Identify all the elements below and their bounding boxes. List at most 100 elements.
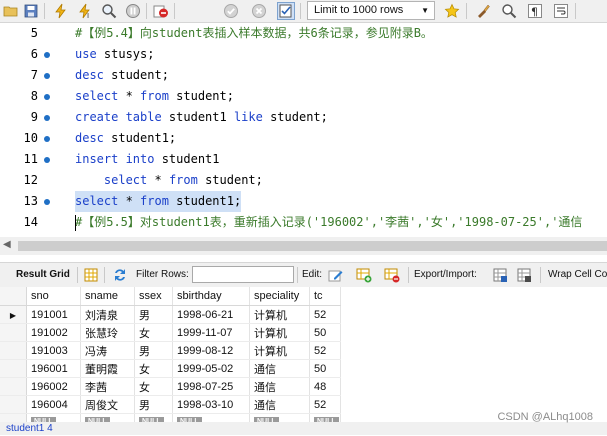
add-row-icon[interactable] xyxy=(356,267,372,283)
cell-sbirthday[interactable]: 1998-06-21 xyxy=(172,305,250,324)
cell-sname[interactable]: 董明霞 xyxy=(80,359,135,378)
cell-speciality[interactable]: 通信 xyxy=(249,395,310,414)
grid-view-icon[interactable] xyxy=(83,267,99,283)
cell-tc[interactable]: 50 xyxy=(309,359,341,378)
editor-line[interactable]: 5 #【例5.4】向student表插入样本数据，共6条记录，参见附录B。 xyxy=(0,23,607,44)
invisible-chars-pilcrow-icon[interactable]: ¶ xyxy=(526,2,544,20)
import-icon[interactable] xyxy=(516,267,532,283)
cell-ssex[interactable]: 男 xyxy=(134,305,173,324)
code-text[interactable]: select * from student1; xyxy=(75,191,242,212)
cell-sno[interactable]: 191001 xyxy=(26,305,81,324)
cell-speciality[interactable]: 计算机 xyxy=(249,341,310,360)
export-icon[interactable] xyxy=(492,267,508,283)
editor-line[interactable]: 10 desc student1; xyxy=(0,128,607,149)
filter-rows-input[interactable] xyxy=(192,266,294,283)
editor-line[interactable]: 7 desc student; xyxy=(0,65,607,86)
editor-line[interactable]: 8 select * from student; xyxy=(0,86,607,107)
cell-sbirthday[interactable]: 1999-05-02 xyxy=(172,359,250,378)
stop-on-error-icon[interactable] xyxy=(152,2,170,20)
code-text[interactable]: use stusys; xyxy=(75,44,154,65)
editor-line[interactable]: 12 select * from student; xyxy=(0,170,607,191)
cell-sbirthday[interactable]: 1999-08-12 xyxy=(172,341,250,360)
scrollbar-thumb[interactable] xyxy=(18,241,607,251)
cell-sname[interactable]: 张慧玲 xyxy=(80,323,135,342)
column-header-tc[interactable]: tc xyxy=(309,287,341,306)
cell-sname[interactable]: 周俊文 xyxy=(80,395,135,414)
code-text[interactable]: create table student1 like student; xyxy=(75,107,328,128)
cell-sname[interactable]: 刘清泉 xyxy=(80,305,135,324)
delete-row-icon[interactable] xyxy=(384,267,400,283)
row-header[interactable] xyxy=(0,323,27,342)
code-text[interactable]: select * from student; xyxy=(75,170,263,191)
table-row[interactable]: 196002 李茜女 1998-07-25 通信 48 xyxy=(0,377,341,396)
execute-current-icon[interactable]: I xyxy=(76,2,94,20)
autocommit-toggle-icon[interactable] xyxy=(277,2,295,20)
editor-line[interactable]: 11 insert into student1 xyxy=(0,149,607,170)
editor-line[interactable]: 14 #【例5.5】对student1表，重新插入记录('196002','李茜'… xyxy=(0,212,607,233)
limit-rows-select[interactable]: Limit to 1000 rows ▼ xyxy=(307,1,435,20)
editor-line[interactable]: 9 create table student1 like student; xyxy=(0,107,607,128)
table-row[interactable]: 196004 周俊文男 1998-03-10 通信 52 xyxy=(0,395,341,414)
column-header-sbirthday[interactable]: sbirthday xyxy=(172,287,250,306)
word-wrap-icon[interactable] xyxy=(552,2,570,20)
cell-sname[interactable]: 冯涛 xyxy=(80,341,135,360)
row-header[interactable] xyxy=(0,359,27,378)
result-grid-tab[interactable]: Result Grid xyxy=(16,269,70,280)
table-row[interactable]: 191003 冯涛男 1999-08-12 计算机 52 xyxy=(0,341,341,360)
cell-tc[interactable]: 52 xyxy=(309,305,341,324)
code-text[interactable]: #【例5.4】向student表插入样本数据，共6条记录，参见附录B。 xyxy=(75,23,433,44)
editor-horizontal-scrollbar[interactable]: ◀ xyxy=(0,237,607,255)
commit-check-icon[interactable] xyxy=(222,2,240,20)
cell-sno[interactable]: 196002 xyxy=(26,377,81,396)
cell-sno[interactable]: 196004 xyxy=(26,395,81,414)
cell-speciality[interactable]: 计算机 xyxy=(249,305,310,324)
scroll-left-arrow-icon[interactable]: ◀ xyxy=(3,239,11,250)
code-text[interactable]: select * from student; xyxy=(75,86,234,107)
cell-sno[interactable]: 191003 xyxy=(26,341,81,360)
sql-editor[interactable]: 5 #【例5.4】向student表插入样本数据，共6条记录，参见附录B。 6 use… xyxy=(0,23,607,237)
cell-tc[interactable]: 52 xyxy=(309,341,341,360)
edit-row-icon[interactable] xyxy=(328,267,344,283)
row-header[interactable]: ▶ xyxy=(0,305,27,324)
cell-ssex[interactable]: 男 xyxy=(134,341,173,360)
explain-magnifier-icon[interactable] xyxy=(100,2,118,20)
table-row[interactable]: 196001 董明霞女 1999-05-02 通信 50 xyxy=(0,359,341,378)
column-header-speciality[interactable]: speciality xyxy=(249,287,310,306)
cell-sno[interactable]: 196001 xyxy=(26,359,81,378)
code-text[interactable]: desc student1; xyxy=(75,128,176,149)
row-header[interactable] xyxy=(0,341,27,360)
cell-sname[interactable]: 李茜 xyxy=(80,377,135,396)
cell-speciality[interactable]: 计算机 xyxy=(249,323,310,342)
row-header[interactable] xyxy=(0,377,27,396)
table-row[interactable]: 191002 张慧玲女 1999-11-07 计算机 50 xyxy=(0,323,341,342)
rollback-x-icon[interactable] xyxy=(250,2,268,20)
cell-tc[interactable]: 48 xyxy=(309,377,341,396)
cell-sbirthday[interactable]: 1998-03-10 xyxy=(172,395,250,414)
column-header-sname[interactable]: sname xyxy=(80,287,135,306)
cell-ssex[interactable]: 男 xyxy=(134,395,173,414)
editor-line[interactable]: 6 use stusys; xyxy=(0,44,607,65)
execute-lightning-icon[interactable] xyxy=(52,2,70,20)
cell-sno[interactable]: 191002 xyxy=(26,323,81,342)
save-icon[interactable] xyxy=(22,2,40,20)
result-grid[interactable]: sno sname ssex sbirthday speciality tc ▶… xyxy=(0,287,607,426)
cell-speciality[interactable]: 通信 xyxy=(249,377,310,396)
code-text[interactable]: #【例5.5】对student1表，重新插入记录('196002','李茜','… xyxy=(75,212,582,233)
result-tab-student1[interactable]: student1 4 xyxy=(6,422,53,435)
code-text[interactable]: insert into student1 xyxy=(75,149,220,170)
column-header-ssex[interactable]: ssex xyxy=(134,287,173,306)
add-snippet-star-icon[interactable] xyxy=(443,2,461,20)
cell-tc[interactable]: 52 xyxy=(309,395,341,414)
cell-ssex[interactable]: 女 xyxy=(134,323,173,342)
cell-tc[interactable]: 50 xyxy=(309,323,341,342)
refresh-icon[interactable] xyxy=(112,267,128,283)
find-magnifier-icon[interactable] xyxy=(500,2,518,20)
row-header[interactable] xyxy=(0,395,27,414)
cell-sbirthday[interactable]: 1999-11-07 xyxy=(172,323,250,342)
editor-line[interactable]: 13 select * from student1; xyxy=(0,191,607,212)
code-text[interactable]: desc student; xyxy=(75,65,169,86)
column-header-sno[interactable]: sno xyxy=(26,287,81,306)
table-row[interactable]: ▶ 191001 刘清泉男 1998-06-21 计算机 52 xyxy=(0,305,341,324)
cell-speciality[interactable]: 通信 xyxy=(249,359,310,378)
cell-ssex[interactable]: 女 xyxy=(134,359,173,378)
